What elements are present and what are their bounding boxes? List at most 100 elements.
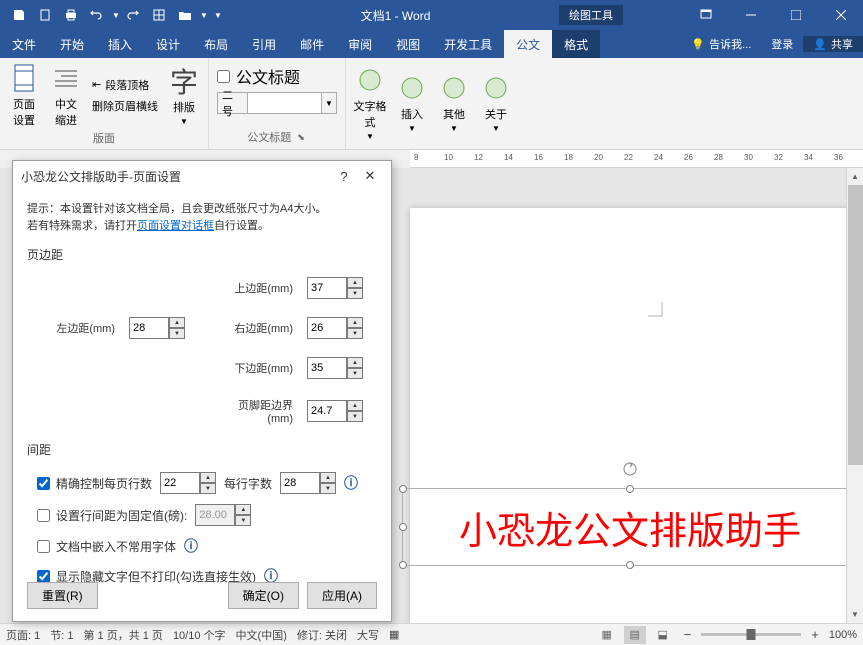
- scroll-thumb[interactable]: [848, 185, 863, 465]
- page-setup-link[interactable]: 页面设置对话框: [137, 220, 214, 232]
- chars-per-line-spinner[interactable]: ▲▼: [280, 472, 336, 494]
- info-icon[interactable]: ⓘ: [184, 536, 198, 556]
- status-page-of[interactable]: 第 1 页，共 1 页: [83, 627, 162, 643]
- view-print-button[interactable]: ▤: [624, 626, 646, 644]
- paragraph-top-button[interactable]: ⇤段落顶格: [88, 75, 162, 95]
- indent-icon: [50, 62, 82, 94]
- lines-per-page-spinner[interactable]: ▲▼: [160, 472, 216, 494]
- dialog-launcher-icon[interactable]: ⬊: [295, 132, 307, 143]
- dialog-close-button[interactable]: ✕: [357, 165, 383, 187]
- scroll-up-icon[interactable]: ▲: [847, 168, 863, 185]
- tab-insert[interactable]: 插入: [96, 30, 144, 58]
- apply-button[interactable]: 应用(A): [307, 582, 377, 609]
- scroll-down-icon[interactable]: ▼: [847, 606, 863, 623]
- status-chars[interactable]: 10/10 个字: [173, 627, 226, 643]
- save-button[interactable]: [8, 4, 30, 26]
- tab-home[interactable]: 开始: [48, 30, 96, 58]
- zoom-slider[interactable]: [701, 633, 801, 636]
- ribbon-group-title: 公文标题 二号 ▼ 公文标题⬊: [209, 58, 346, 149]
- dialog-help-button[interactable]: ?: [331, 165, 357, 187]
- table-button[interactable]: [148, 4, 170, 26]
- zoom-out-button[interactable]: −: [680, 627, 696, 642]
- tab-review[interactable]: 审阅: [336, 30, 384, 58]
- spacing-group: 间距 精确控制每页行数 ▲▼ 每行字数 ▲▼ ⓘ 设置行间距为固定值(磅): ▲…: [27, 441, 377, 586]
- text-format-button[interactable]: 文字格 式▼: [350, 62, 390, 143]
- close-button[interactable]: [818, 0, 863, 30]
- left-margin-spinner[interactable]: ▲▼: [129, 317, 185, 339]
- zoom-in-button[interactable]: +: [807, 627, 823, 642]
- page-setup-icon: [8, 62, 40, 94]
- document-page[interactable]: 小恐龙公文排版助手: [410, 208, 850, 623]
- print-button[interactable]: [60, 4, 82, 26]
- vertical-scrollbar[interactable]: ▲ ▼: [846, 168, 863, 623]
- horizontal-ruler[interactable]: 81012141618202224262830323436: [410, 150, 863, 168]
- about-button[interactable]: 关于▼: [476, 70, 516, 135]
- new-button[interactable]: [34, 4, 56, 26]
- resize-handle[interactable]: [399, 561, 407, 569]
- redo-button[interactable]: [122, 4, 144, 26]
- delete-header-line-button[interactable]: 删除页眉横线: [88, 96, 162, 116]
- resize-handle[interactable]: [399, 485, 407, 493]
- minimize-button[interactable]: [728, 0, 773, 30]
- text-box[interactable]: 小恐龙公文排版助手: [402, 488, 858, 566]
- typeset-button[interactable]: 字 排版▼: [164, 63, 204, 128]
- embed-font-checkbox[interactable]: 文档中嵌入不常用字体: [37, 538, 176, 555]
- view-web-button[interactable]: ⬓: [652, 626, 674, 644]
- ribbon-options-button[interactable]: [683, 0, 728, 30]
- tab-design[interactable]: 设计: [144, 30, 192, 58]
- dialog-titlebar[interactable]: 小恐龙公文排版助手-页面设置 ? ✕: [13, 161, 391, 191]
- bottom-margin-spinner[interactable]: ▲▼: [307, 357, 363, 379]
- doc-title-checkbox[interactable]: 公文标题: [217, 64, 300, 88]
- macro-icon[interactable]: ▦: [389, 628, 399, 641]
- resize-handle[interactable]: [626, 561, 634, 569]
- maximize-button[interactable]: [773, 0, 818, 30]
- share-button[interactable]: 👤共享: [803, 36, 863, 52]
- chars-per-line-label: 每行字数: [224, 475, 272, 492]
- tab-file[interactable]: 文件: [0, 30, 48, 58]
- other-button[interactable]: 其他▼: [434, 70, 474, 135]
- status-lang[interactable]: 中文(中国): [236, 627, 287, 643]
- login-button[interactable]: 登录: [761, 36, 803, 52]
- undo-button[interactable]: [86, 4, 108, 26]
- fixed-spacing-spinner[interactable]: ▲▼: [195, 504, 251, 526]
- chevron-down-icon: ▼: [492, 124, 500, 133]
- qat-customize-icon[interactable]: ▼: [214, 11, 224, 20]
- tab-view[interactable]: 视图: [384, 30, 432, 58]
- right-margin-spinner[interactable]: ▲▼: [307, 317, 363, 339]
- open-button[interactable]: [174, 4, 196, 26]
- tab-layout[interactable]: 布局: [192, 30, 240, 58]
- fixed-spacing-checkbox[interactable]: 设置行间距为固定值(磅):: [37, 507, 187, 524]
- ok-button[interactable]: 确定(O): [228, 582, 299, 609]
- chevron-down-icon: ▼: [180, 117, 188, 126]
- tab-references[interactable]: 引用: [240, 30, 288, 58]
- status-caps[interactable]: 大写: [357, 627, 379, 643]
- status-revision[interactable]: 修订: 关闭: [297, 627, 347, 643]
- insert-ribbon-button[interactable]: 插入▼: [392, 70, 432, 135]
- status-section[interactable]: 节: 1: [50, 627, 73, 643]
- page-setup-dialog: 小恐龙公文排版助手-页面设置 ? ✕ 提示：本设置针对该文档全局，且会更改纸张尺…: [12, 160, 392, 622]
- resize-handle[interactable]: [626, 485, 634, 493]
- tab-mail[interactable]: 邮件: [288, 30, 336, 58]
- tell-me-search[interactable]: 💡告诉我...: [681, 36, 761, 52]
- rotate-handle-icon[interactable]: [622, 461, 638, 482]
- bulb-icon: 💡: [691, 38, 705, 51]
- font-size-combo[interactable]: 二号 ▼: [217, 92, 337, 114]
- view-read-button[interactable]: ▦: [596, 626, 618, 644]
- top-margin-spinner[interactable]: ▲▼: [307, 277, 363, 299]
- open-dropdown-icon[interactable]: ▼: [200, 11, 206, 20]
- info-icon[interactable]: ⓘ: [344, 473, 358, 493]
- resize-handle[interactable]: [399, 523, 407, 531]
- tab-format[interactable]: 格式: [552, 30, 600, 58]
- reset-button[interactable]: 重置(R): [27, 582, 98, 609]
- lines-per-page-checkbox[interactable]: 精确控制每页行数: [37, 475, 152, 492]
- undo-dropdown-icon[interactable]: ▼: [112, 11, 118, 20]
- textbox-content[interactable]: 小恐龙公文排版助手: [459, 500, 801, 555]
- tab-gongwen[interactable]: 公文: [504, 30, 552, 58]
- cn-indent-button[interactable]: 中文 缩进: [46, 60, 86, 130]
- tab-dev[interactable]: 开发工具: [432, 30, 504, 58]
- status-page[interactable]: 页面: 1: [6, 627, 40, 643]
- zoom-level[interactable]: 100%: [829, 629, 857, 641]
- page-setup-button[interactable]: 页面 设置: [4, 60, 44, 130]
- margin-group: 页边距 上边距(mm) ▲▼ 左边距(mm) ▲▼ 右边距(mm) ▲▼ 下边距…: [27, 246, 377, 425]
- footer-margin-spinner[interactable]: ▲▼: [307, 400, 363, 422]
